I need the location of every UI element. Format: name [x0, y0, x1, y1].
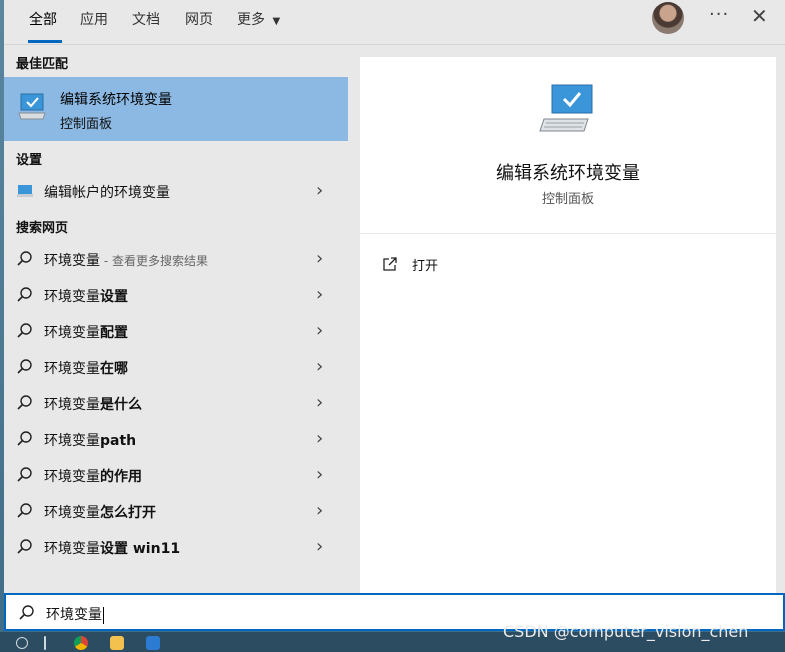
chevron-right-icon[interactable]: ›: [316, 320, 323, 341]
chevron-right-icon[interactable]: ›: [316, 180, 323, 201]
detail-title: 编辑系统环境变量: [496, 163, 640, 184]
tab-more[interactable]: 更多 ▼: [237, 9, 280, 29]
web-result-label: 环境变量怎么打开: [44, 502, 156, 522]
more-options-icon[interactable]: ···: [709, 4, 729, 25]
web-result-item[interactable]: 环境变量设置 win11 ›: [4, 529, 348, 565]
chevron-right-icon[interactable]: ›: [316, 500, 323, 521]
settings-item[interactable]: 编辑帐户的环境变量 ›: [4, 173, 348, 209]
web-result-item[interactable]: 环境变量在哪 ›: [4, 349, 348, 385]
search-icon: [19, 605, 34, 620]
web-result-suffix: 配置: [100, 325, 128, 341]
web-result-suffix: 在哪: [100, 361, 128, 377]
web-result-label: 环境变量path: [44, 430, 136, 450]
web-result-prefix: 环境变量: [44, 253, 100, 269]
web-result-label: 环境变量 - 查看更多搜索结果: [44, 250, 208, 270]
chevron-right-icon[interactable]: ›: [316, 464, 323, 485]
tab-all[interactable]: 全部: [29, 9, 57, 29]
search-icon: [17, 359, 32, 374]
tab-web[interactable]: 网页: [185, 9, 213, 29]
chevron-down-icon: ▼: [272, 16, 281, 27]
tab-documents[interactable]: 文档: [132, 9, 160, 29]
tab-apps[interactable]: 应用: [80, 9, 108, 29]
search-icon: [17, 395, 32, 410]
search-icon: [17, 431, 32, 446]
web-result-item[interactable]: 环境变量设置 ›: [4, 277, 348, 313]
web-result-prefix: 环境变量: [44, 469, 100, 485]
web-result-item[interactable]: 环境变量 - 查看更多搜索结果 ›: [4, 241, 348, 277]
search-input-value: 环境变量: [46, 607, 102, 623]
chrome-icon[interactable]: [74, 636, 88, 650]
open-external-icon: [383, 257, 397, 271]
close-icon[interactable]: ✕: [751, 4, 768, 28]
text-caret: [103, 606, 104, 624]
task-view-icon[interactable]: [44, 636, 46, 650]
web-result-prefix: 环境变量: [44, 433, 100, 449]
chevron-right-icon[interactable]: ›: [316, 284, 323, 305]
chevron-right-icon[interactable]: ›: [316, 248, 323, 269]
web-result-label: 环境变量是什么: [44, 394, 142, 414]
search-icon: [17, 467, 32, 482]
control-panel-large-icon: [539, 84, 593, 132]
web-result-item[interactable]: 环境变量path ›: [4, 421, 348, 457]
search-icon: [17, 287, 32, 302]
web-result-item[interactable]: 环境变量的作用 ›: [4, 457, 348, 493]
search-icon: [17, 251, 32, 266]
web-result-prefix: 环境变量: [44, 325, 100, 341]
file-explorer-icon[interactable]: [110, 636, 124, 650]
web-result-prefix: 环境变量: [44, 289, 100, 305]
detail-subtitle: 控制面板: [541, 192, 594, 207]
web-result-suffix: 的作用: [100, 469, 142, 485]
web-result-item[interactable]: 环境变量配置 ›: [4, 313, 348, 349]
tab-more-label: 更多: [237, 12, 265, 28]
chevron-right-icon[interactable]: ›: [316, 428, 323, 449]
web-result-suffix: 是什么: [100, 397, 142, 413]
search-icon: [17, 539, 32, 554]
settings-monitor-icon: [17, 185, 33, 197]
web-result-label: 环境变量设置: [44, 286, 128, 306]
detail-divider: [360, 233, 776, 234]
scope-tabs: 全部 应用 文档 网页 更多 ▼ ··· ✕: [4, 0, 785, 45]
chevron-right-icon[interactable]: ›: [316, 392, 323, 413]
section-web: 搜索网页: [16, 221, 69, 236]
taskbar-search-icon[interactable]: [16, 637, 28, 649]
web-result-item[interactable]: 环境变量怎么打开 ›: [4, 493, 348, 529]
chevron-right-icon[interactable]: ›: [316, 536, 323, 557]
detail-pane: 编辑系统环境变量 控制面板 打开: [360, 57, 776, 593]
control-panel-icon: [18, 93, 46, 120]
web-result-label: 环境变量的作用: [44, 466, 142, 486]
settings-item-label: 编辑帐户的环境变量: [44, 185, 170, 201]
web-result-label: 环境变量在哪: [44, 358, 128, 378]
user-avatar[interactable]: [652, 2, 684, 34]
web-result-hint: - 查看更多搜索结果: [100, 254, 208, 268]
vscode-icon[interactable]: [146, 636, 160, 650]
best-match-item[interactable]: 编辑系统环境变量 控制面板: [4, 77, 348, 141]
active-tab-indicator: [28, 40, 62, 43]
web-result-suffix: 设置: [100, 289, 128, 305]
best-match-title: 编辑系统环境变量: [60, 92, 172, 108]
search-icon: [17, 323, 32, 338]
results-list: 最佳匹配 编辑系统环境变量 控制面板 设置 编辑帐户的环境变量 › 搜索网页 环…: [4, 45, 348, 593]
search-icon: [17, 503, 32, 518]
web-result-prefix: 环境变量: [44, 541, 100, 557]
web-result-prefix: 环境变量: [44, 397, 100, 413]
web-result-suffix: path: [100, 433, 137, 449]
web-result-prefix: 环境变量: [44, 361, 100, 377]
web-result-item[interactable]: 环境变量是什么 ›: [4, 385, 348, 421]
best-match-subtitle: 控制面板: [60, 117, 113, 132]
section-settings: 设置: [16, 153, 43, 168]
csdn-watermark: CSDN @computer_vision_chen: [503, 622, 749, 641]
search-input[interactable]: 环境变量: [46, 604, 104, 624]
section-best-match: 最佳匹配: [16, 57, 69, 72]
open-action[interactable]: 打开: [382, 254, 582, 276]
web-result-label: 环境变量配置: [44, 322, 128, 342]
web-result-suffix: 怎么打开: [100, 505, 156, 521]
web-result-suffix: 设置 win11: [100, 541, 181, 557]
web-result-label: 环境变量设置 win11: [44, 538, 180, 558]
chevron-right-icon[interactable]: ›: [316, 356, 323, 377]
open-action-label: 打开: [412, 259, 439, 274]
web-result-prefix: 环境变量: [44, 505, 100, 521]
